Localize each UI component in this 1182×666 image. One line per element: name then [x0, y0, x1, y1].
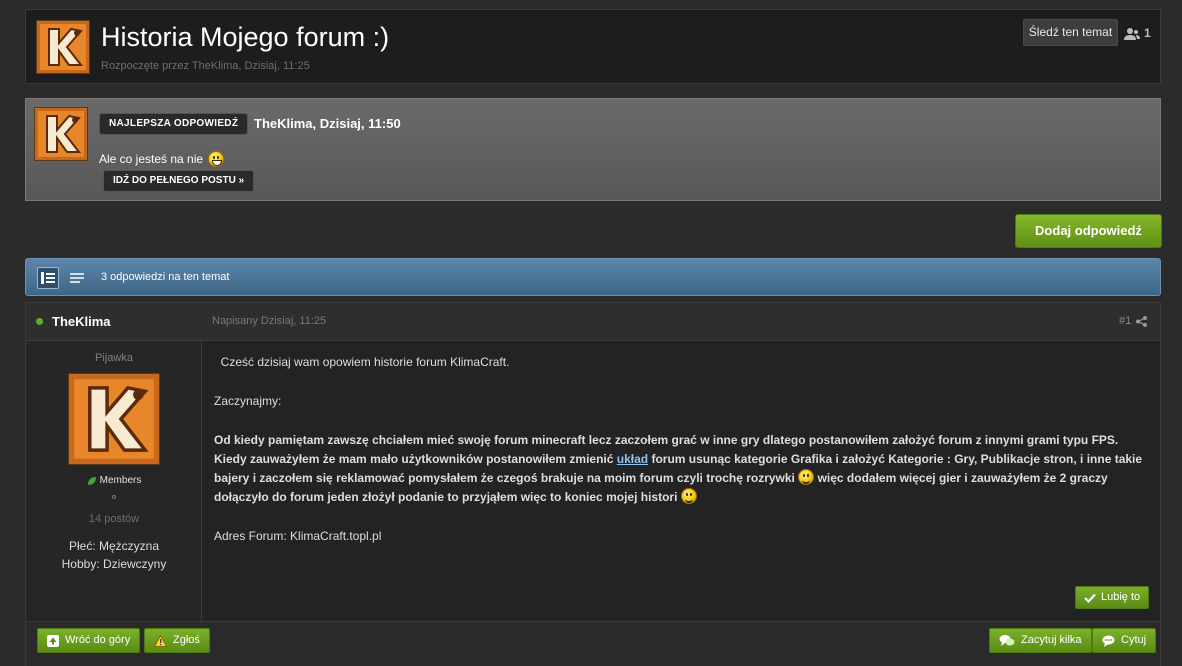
multiquote-icon: [999, 635, 1015, 646]
add-reply-button[interactable]: Dodaj odpowiedź: [1015, 214, 1162, 248]
post-paragraph-2: Zaczynajmy:: [214, 394, 282, 408]
author-post-count: 14 postów: [88, 513, 140, 525]
best-answer-badge: NAJLEPSZA ODPOWIEDŹ: [99, 113, 249, 135]
author-field-hobby: Hobby: Dziewczyny: [61, 557, 167, 571]
post-paragraph-3: Od kiedy pamiętam zawszę chciałem mieć s…: [214, 433, 1143, 504]
post-paragraph-4: Adres Forum: KlimaCraft.topl.pl: [214, 529, 382, 543]
best-answer-box: NAJLEPSZA ODPOWIEDŹ TheKlima, Dzisiaj, 1…: [25, 98, 1161, 201]
online-status-icon: [36, 318, 43, 325]
replies-bar: 3 odpowiedzi na ten temat: [25, 258, 1161, 296]
post-author-name[interactable]: TheKlima: [52, 314, 111, 329]
reputation-indicator: [112, 495, 116, 499]
post-header: TheKlima Napisany Dzisiaj, 11:25 #1: [26, 303, 1160, 341]
leaf-icon: [87, 476, 96, 485]
post-footer: Wróć do góry Zgłoś Zacytuj kilka Cytuj: [26, 621, 1160, 666]
post-body: Cześć dzisiaj wam opowiem historie forum…: [214, 353, 1149, 566]
list-compact-icon: [70, 273, 84, 283]
list-expanded-icon: [41, 272, 55, 284]
check-icon: [1084, 593, 1096, 603]
like-button[interactable]: Lubię to: [1075, 586, 1150, 609]
smile-emoji-icon: [798, 469, 815, 485]
best-answer-text: Ale co jesteś na nie: [99, 151, 225, 167]
warning-icon: [154, 634, 167, 647]
follow-topic-button[interactable]: Śledź ten temat: [1023, 19, 1118, 46]
report-button[interactable]: Zgłoś: [144, 628, 210, 653]
view-compact-toggle[interactable]: [66, 267, 88, 289]
post-paragraph-1: Cześć dzisiaj wam opowiem historie forum…: [220, 355, 510, 369]
topic-header: Historia Mojego forum :) Rozpoczęte prze…: [25, 9, 1161, 84]
post-number-label: #1: [1119, 315, 1132, 327]
share-icon[interactable]: [1136, 315, 1148, 327]
post: TheKlima Napisany Dzisiaj, 11:25 #1 Pija…: [25, 302, 1161, 666]
arrow-up-icon: [47, 634, 59, 647]
followers-count[interactable]: 1: [1124, 24, 1151, 42]
smile-emoji-icon: [680, 488, 697, 504]
best-answer-author[interactable]: TheKlima, Dzisiaj, 11:50: [254, 116, 401, 131]
replies-count: 3 odpowiedzi na ten temat: [101, 271, 230, 283]
author-rank: Pijawka: [95, 352, 133, 364]
best-answer-avatar[interactable]: [34, 107, 88, 161]
author-avatar[interactable]: [36, 20, 90, 74]
topic-meta: Rozpoczęte przez TheKlima, Dzisiaj, 11:2…: [101, 60, 310, 72]
topic-title: Historia Mojego forum :): [101, 22, 390, 52]
post-author-column: Pijawka Members 14 postów Płeć: Mężczyzn…: [26, 341, 202, 621]
quote-icon: [1102, 635, 1115, 647]
multiquote-button[interactable]: Zacytuj kilka: [989, 628, 1092, 653]
author-group: Members: [26, 475, 202, 486]
go-to-full-post-button[interactable]: IDŹ DO PEŁNEGO POSTU »: [103, 170, 255, 192]
users-icon: [1124, 27, 1140, 40]
author-group-label: Members: [99, 475, 142, 486]
grin-emoji-icon: [208, 151, 225, 167]
author-field-gender: Płeć: Mężczyzna: [68, 539, 160, 553]
post-link[interactable]: układ: [617, 452, 648, 466]
post-author-avatar[interactable]: [68, 373, 160, 465]
like-label: Lubię to: [1101, 591, 1141, 603]
best-answer-content: Ale co jesteś na nie: [99, 152, 204, 166]
back-to-top-button[interactable]: Wróć do góry: [37, 628, 141, 653]
post-date: Napisany Dzisiaj, 11:25: [212, 315, 327, 327]
followers-number: 1: [1144, 26, 1151, 40]
view-expanded-toggle[interactable]: [37, 267, 59, 289]
post-number[interactable]: #1: [1119, 315, 1148, 327]
quote-button[interactable]: Cytuj: [1092, 628, 1157, 653]
